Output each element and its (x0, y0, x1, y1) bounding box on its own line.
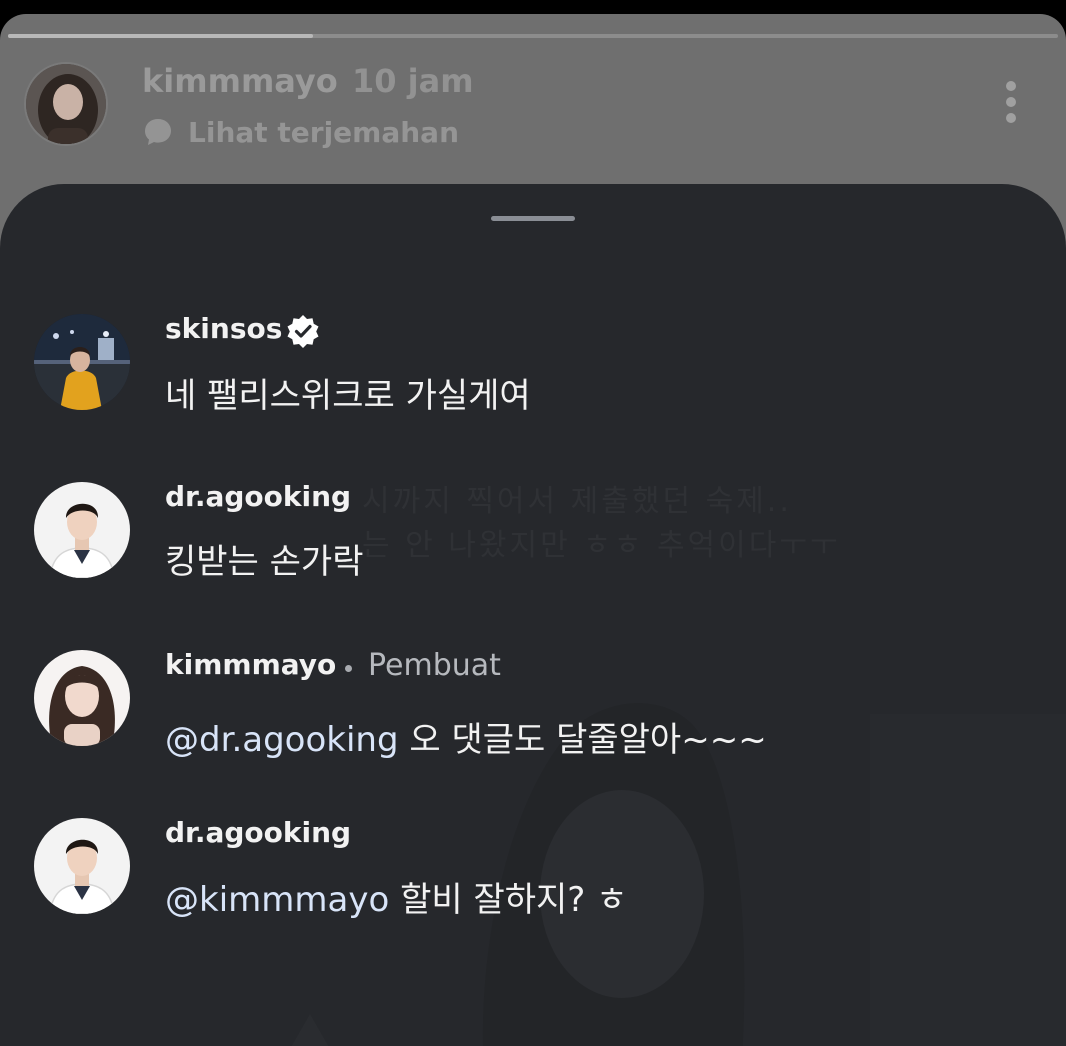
avatar-image (34, 650, 130, 746)
commenter-avatar[interactable] (34, 818, 130, 914)
comment-username[interactable]: kimmmayo (165, 648, 336, 681)
commenter-avatar[interactable] (34, 482, 130, 578)
comment-username[interactable]: dr.agooking (165, 816, 351, 849)
comment-username[interactable]: dr.agooking (165, 480, 351, 513)
story-avatar-image (26, 64, 106, 144)
comment-text: 네 팰리스위크로 가실게여 (165, 376, 531, 416)
commenter-avatar[interactable] (34, 650, 130, 746)
more-vertical-icon (1006, 81, 1016, 123)
story-header: kimmmayo 10 jam Lihat terjemahan (0, 14, 1066, 184)
comment-mention[interactable]: @dr.agooking (165, 720, 399, 760)
verified-badge-icon (287, 315, 319, 348)
story-screen: kimmmayo 10 jam Lihat terjemahan 시까지 찍어서… (0, 14, 1066, 1046)
comment-mention[interactable]: @kimmmayo (165, 880, 389, 920)
avatar-image (34, 314, 130, 410)
separator-dot (345, 665, 352, 672)
story-username[interactable]: kimmmayo (142, 62, 338, 100)
comment-item: dr.agooking 킹받는 손가락 (0, 480, 1066, 592)
comment-item: dr.agooking @kimmmayo 할비 잘하지? ㅎ (0, 816, 1066, 928)
story-avatar[interactable] (24, 62, 108, 146)
comment-item: kimmmayo Pembuat @dr.agooking 오 댓글도 달줄알아… (0, 648, 1066, 761)
comment-text: @kimmmayo 할비 잘하지? ㅎ (165, 872, 627, 921)
comment-item: skinsos 네 팰리스위크로 가실게여 (0, 312, 1066, 424)
comments-sheet: 시까지 찍어서 제출했던 숙제.. 는 안 나왔지만 ㅎㅎ 추억이다ㅜㅜ ski… (0, 184, 1066, 1046)
more-options-button[interactable] (996, 78, 1026, 126)
sheet-drag-handle[interactable] (491, 216, 575, 221)
comment-body: 오 댓글도 달줄알아~~~ (409, 720, 767, 760)
speech-bubble-icon (145, 119, 171, 145)
commenter-avatar[interactable] (34, 314, 130, 410)
translate-link[interactable]: Lihat terjemahan (142, 114, 459, 150)
avatar-image (34, 482, 130, 578)
comment-text: 킹받는 손가락 (165, 542, 364, 582)
story-time: 10 jam (352, 62, 474, 100)
creator-label: Pembuat (368, 648, 501, 683)
comment-username[interactable]: skinsos (165, 312, 282, 345)
avatar-image (34, 818, 130, 914)
comment-body: 할비 잘하지? ㅎ (400, 880, 628, 920)
translate-label: Lihat terjemahan (188, 115, 460, 149)
comment-text: @dr.agooking 오 댓글도 달줄알아~~~ (165, 712, 767, 761)
